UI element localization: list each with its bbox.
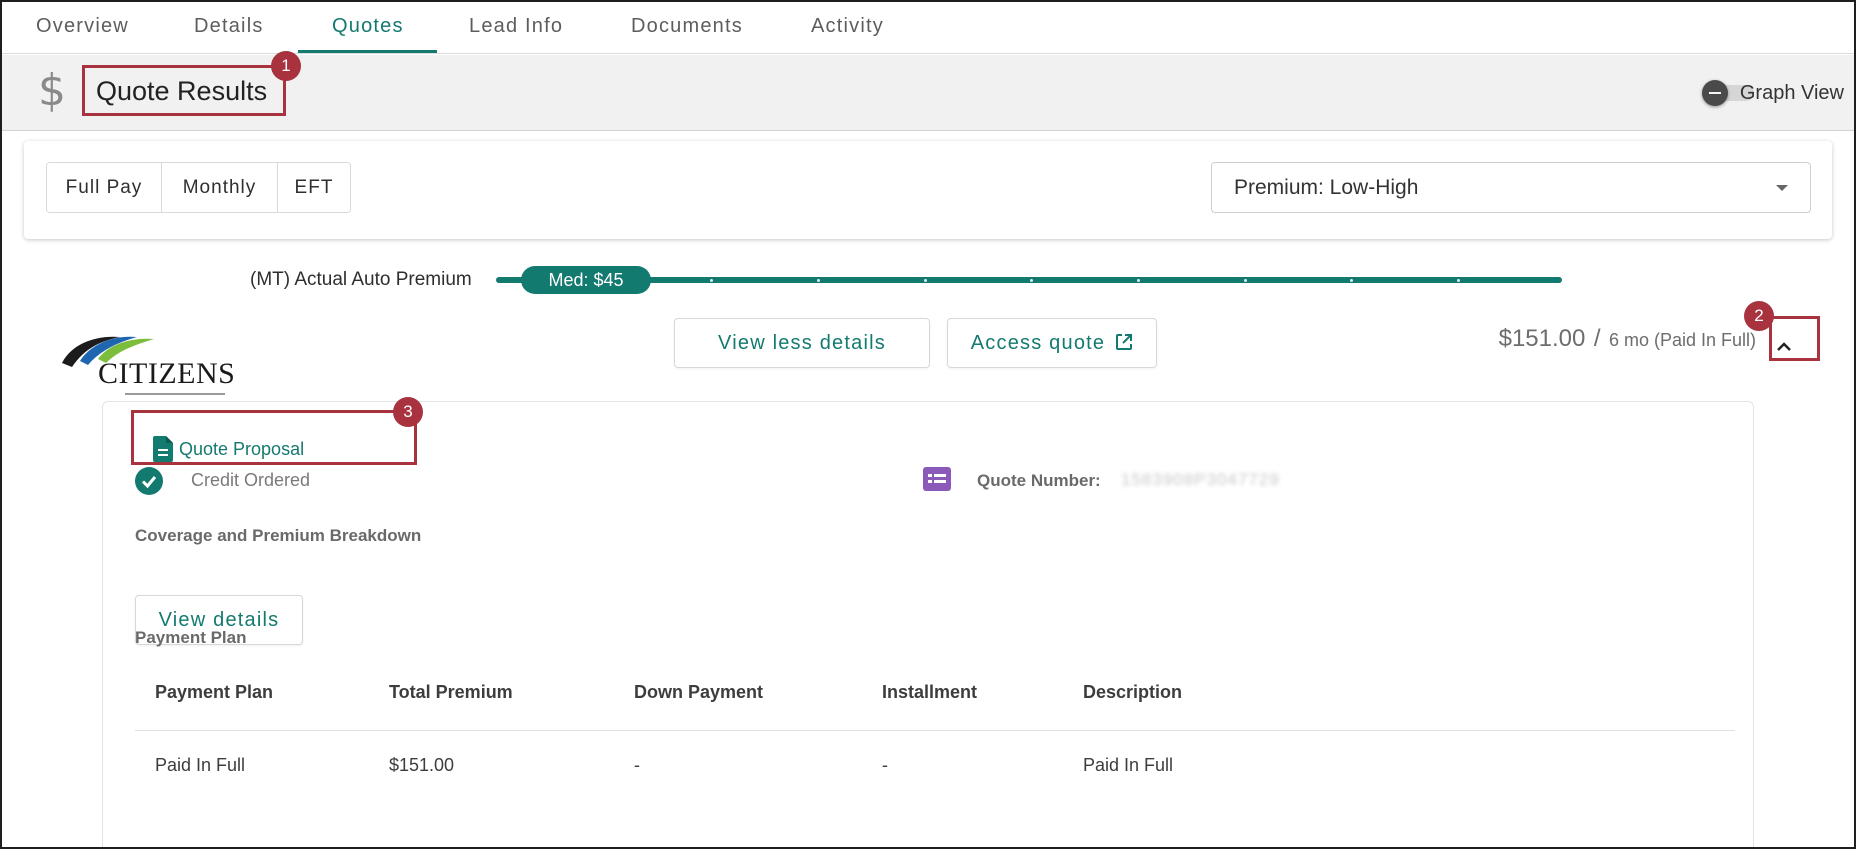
filter-bar: Full Pay Monthly EFT Premium: Low-High: [24, 141, 1832, 239]
price-amount: $151.00: [1498, 325, 1586, 352]
citizens-logo: CITIZENS: [42, 323, 242, 395]
column-header: Payment Plan: [155, 682, 274, 702]
check-circle-icon: [135, 467, 163, 495]
view-less-details-button[interactable]: View less details: [674, 318, 930, 368]
payment-type-selector: Full Pay Monthly EFT: [46, 162, 351, 213]
callout-badge-3: 3: [393, 397, 423, 427]
callout-box-2: [1769, 316, 1820, 361]
callout-badge-2: 2: [1744, 301, 1774, 331]
price-term: 6 mo (Paid In Full): [1608, 330, 1756, 350]
premium-bar-label: (MT) Actual Auto Premium: [250, 269, 472, 290]
price-separator: /: [1593, 325, 1601, 352]
column-header: Total Premium: [389, 682, 513, 702]
full-pay-button[interactable]: Full Pay: [47, 163, 162, 212]
payment-plan-section-title: Payment Plan: [135, 628, 247, 647]
table-header-row: Payment Plan Total Premium Down Payment …: [135, 682, 1735, 722]
callout-box-1: [82, 65, 286, 116]
tab-documents[interactable]: Documents: [631, 2, 743, 54]
access-quote-label: Access quote: [970, 332, 1106, 354]
track-tick: [1244, 279, 1247, 282]
tab-overview[interactable]: Overview: [36, 2, 129, 54]
column-header: Installment: [882, 682, 978, 702]
chevron-down-icon: [1776, 185, 1788, 191]
monthly-button[interactable]: Monthly: [162, 163, 278, 212]
premium-price: $151.00 / 6 mo (Paid In Full): [1499, 325, 1756, 353]
premium-range-track: [496, 277, 1562, 283]
carrier-name: CITIZENS: [98, 357, 236, 390]
logo-tagline-line: [125, 393, 225, 395]
tab-quotes[interactable]: Quotes: [332, 2, 404, 54]
column-header: Down Payment: [634, 682, 764, 702]
external-link-icon: [1115, 321, 1133, 369]
dollar-icon: $: [38, 65, 66, 116]
callout-box-3: [131, 410, 417, 465]
table-cell: -: [882, 755, 888, 775]
track-tick: [1030, 279, 1033, 282]
track-tick: [710, 279, 713, 282]
eft-button[interactable]: EFT: [278, 163, 350, 212]
tab-lead-info[interactable]: Lead Info: [469, 2, 563, 54]
credit-status-text: Credit Ordered: [191, 470, 311, 490]
quote-details-panel: Quote Proposal 3 Credit Ordered Quote Nu…: [102, 397, 1754, 847]
quote-number-value: 1583908P3047729: [1121, 470, 1280, 489]
table-row: Paid In Full $151.00 - - Paid In Full: [135, 755, 1735, 795]
column-header: Description: [1083, 682, 1183, 702]
table-cell: Paid In Full: [1083, 755, 1174, 775]
sort-value: Premium: Low-High: [1234, 176, 1419, 199]
tab-details[interactable]: Details: [194, 2, 264, 54]
track-tick: [817, 279, 820, 282]
carrier-quote-row: CITIZENS View less details Access quote …: [24, 301, 1832, 847]
id-card-icon: [923, 467, 951, 491]
track-tick: [1137, 279, 1140, 282]
tab-activity[interactable]: Activity: [811, 2, 884, 54]
quotes-page: Overview Details Quotes Lead Info Docume…: [0, 0, 1856, 849]
access-quote-button[interactable]: Access quote: [947, 318, 1157, 368]
quote-number-label: Quote Number:: [977, 471, 1101, 490]
table-cell: $151.00: [389, 755, 455, 775]
coverage-section-title: Coverage and Premium Breakdown: [135, 526, 422, 545]
track-tick: [1457, 279, 1460, 282]
track-tick: [924, 279, 927, 282]
active-tab-indicator: [298, 50, 437, 53]
track-tick: [1350, 279, 1353, 282]
toggle-knob: [1702, 80, 1728, 106]
tab-bar: Overview Details Quotes Lead Info Docume…: [2, 2, 1854, 54]
table-cell: -: [634, 755, 640, 775]
sort-select[interactable]: Premium: Low-High: [1211, 162, 1811, 213]
table-cell: Paid In Full: [155, 755, 246, 775]
page-header: $ Quote Results 1 Graph View: [2, 51, 1854, 131]
graph-view-label: Graph View: [1739, 82, 1844, 104]
median-premium-badge: Med: $45: [521, 266, 651, 294]
table-divider: [135, 730, 1735, 731]
callout-badge-1: 1: [271, 51, 301, 81]
